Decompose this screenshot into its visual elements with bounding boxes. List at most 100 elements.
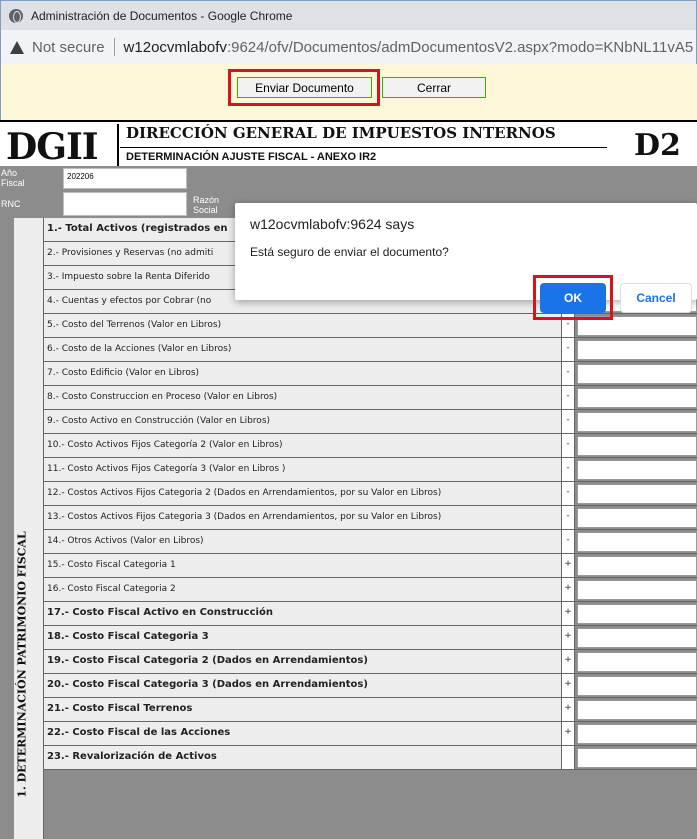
row-sign: -: [562, 410, 575, 433]
form-toolbar: Enviar Documento Cerrar: [0, 64, 697, 120]
razon-social-label: Razón Social: [193, 195, 219, 215]
dialog-message: Está seguro de enviar el documento?: [250, 245, 449, 259]
row-sign: +: [562, 626, 575, 649]
table-row: 11.- Costo Activos Fijos Categoría 3 (Va…: [44, 458, 697, 482]
table-row: 9.- Costo Activo en Construcción (Valor …: [44, 410, 697, 434]
security-label[interactable]: Not secure: [32, 39, 105, 56]
row-sign: +: [562, 578, 575, 601]
table-row: 22.- Costo Fiscal de las Acciones +: [44, 722, 697, 746]
ok-button[interactable]: OK: [540, 283, 606, 313]
fiscal-year-label: Año Fiscal: [1, 168, 25, 188]
row-sign: [562, 746, 575, 769]
row-label: 5.- Costo del Terrenos (Valor en Libros): [44, 314, 562, 337]
row-amount-input[interactable]: [577, 748, 697, 768]
table-row: 14.- Otros Activos (Valor en Libros) -: [44, 530, 697, 554]
row-label: 23.- Revalorización de Activos: [44, 746, 562, 769]
row-label: 22.- Costo Fiscal de las Acciones: [44, 722, 562, 745]
fiscal-year-label-line1: Año: [1, 168, 18, 178]
row-label: 20.- Costo Fiscal Categoria 3 (Dados en …: [44, 674, 562, 697]
table-row: 19.- Costo Fiscal Categoria 2 (Dados en …: [44, 650, 697, 674]
browser-title-bar: Administración de Documentos - Google Ch…: [0, 0, 697, 30]
section-label: 1. DETERMINACIÓN PATRIMONIO FISCAL: [15, 531, 29, 798]
row-amount-input[interactable]: [577, 604, 697, 624]
row-amount-input[interactable]: [577, 388, 697, 408]
row-label: 14.- Otros Activos (Valor en Libros): [44, 530, 562, 553]
row-label: 16.- Costo Fiscal Categoria 2: [44, 578, 562, 601]
row-amount-input[interactable]: [577, 532, 697, 552]
row-sign: -: [562, 386, 575, 409]
row-amount-input[interactable]: [577, 652, 697, 672]
cancel-button[interactable]: Cancel: [620, 283, 692, 313]
table-row: 8.- Costo Construccion en Proceso (Valor…: [44, 386, 697, 410]
form-subtitle: DETERMINACIÓN AJUSTE FISCAL - ANEXO IR2: [126, 151, 377, 163]
row-label: 13.- Costos Activos Fijos Categoria 3 (D…: [44, 506, 562, 529]
row-sign: +: [562, 674, 575, 697]
table-row: 6.- Costo de la Acciones (Valor en Libro…: [44, 338, 697, 362]
row-label: 6.- Costo de la Acciones (Valor en Libro…: [44, 338, 562, 361]
table-row: 23.- Revalorización de Activos: [44, 746, 697, 770]
row-amount-input[interactable]: [577, 340, 697, 360]
row-label: 9.- Costo Activo en Construcción (Valor …: [44, 410, 562, 433]
row-label: 15.- Costo Fiscal Categoria 1: [44, 554, 562, 577]
globe-icon: [9, 8, 23, 23]
close-button[interactable]: Cerrar: [382, 77, 486, 98]
row-amount-input[interactable]: [577, 556, 697, 576]
row-label: 12.- Costos Activos Fijos Categoria 2 (D…: [44, 482, 562, 505]
confirm-dialog: w12ocvmlabofv:9624 says Está seguro de e…: [235, 203, 697, 320]
row-label: 8.- Costo Construccion en Proceso (Valor…: [44, 386, 562, 409]
row-sign: +: [562, 698, 575, 721]
url-host[interactable]: w12ocvmlabofv: [124, 39, 227, 56]
row-sign: -: [562, 530, 575, 553]
section-sidebar: 1. DETERMINACIÓN PATRIMONIO FISCAL: [14, 218, 44, 839]
table-row: 17.- Costo Fiscal Activo en Construcción…: [44, 602, 697, 626]
url-rest[interactable]: :9624/ofv/Documentos/admDocumentosV2.asp…: [227, 39, 693, 56]
table-row: 18.- Costo Fiscal Categoria 3 +: [44, 626, 697, 650]
table-row: 15.- Costo Fiscal Categoria 1 +: [44, 554, 697, 578]
title-underline: [120, 147, 607, 148]
row-label: 7.- Costo Edificio (Valor en Libros): [44, 362, 562, 385]
row-sign: -: [562, 338, 575, 361]
row-amount-input[interactable]: [577, 508, 697, 528]
warning-icon[interactable]: [10, 40, 24, 54]
row-amount-input[interactable]: [577, 724, 697, 744]
rnc-value: [63, 192, 187, 216]
table-row: 16.- Costo Fiscal Categoria 2 +: [44, 578, 697, 602]
row-amount-input[interactable]: [577, 580, 697, 600]
address-bar[interactable]: Not secure w12ocvmlabofv:9624/ofv/Docume…: [0, 30, 697, 64]
rnc-label: RNC: [1, 199, 21, 209]
table-row: 10.- Costo Activos Fijos Categoría 2 (Va…: [44, 434, 697, 458]
row-label: 11.- Costo Activos Fijos Categoría 3 (Va…: [44, 458, 562, 481]
row-label: 21.- Costo Fiscal Terrenos: [44, 698, 562, 721]
row-label: 19.- Costo Fiscal Categoria 2 (Dados en …: [44, 650, 562, 673]
row-sign: -: [562, 482, 575, 505]
row-amount-input[interactable]: [577, 436, 697, 456]
form-title: DIRECCIÓN GENERAL DE IMPUESTOS INTERNOS: [126, 124, 556, 142]
row-sign: -: [562, 458, 575, 481]
table-row: 13.- Costos Activos Fijos Categoria 3 (D…: [44, 506, 697, 530]
row-sign: -: [562, 434, 575, 457]
razon-social-label-line2: Social: [193, 205, 218, 215]
table-row: 21.- Costo Fiscal Terrenos +: [44, 698, 697, 722]
form-code: D2: [634, 128, 681, 163]
fiscal-year-value: 202206: [63, 168, 187, 189]
url-text[interactable]: w12ocvmlabofv:9624/ofv/Documentos/admDoc…: [124, 39, 694, 56]
address-separator: [113, 38, 115, 56]
header-divider: [117, 124, 119, 166]
row-sign: +: [562, 554, 575, 577]
dialog-title: w12ocvmlabofv:9624 says: [250, 216, 415, 232]
row-label: 10.- Costo Activos Fijos Categoría 2 (Va…: [44, 434, 562, 457]
row-amount-input[interactable]: [577, 412, 697, 432]
dgii-logo: DGII: [6, 126, 99, 168]
row-amount-input[interactable]: [577, 676, 697, 696]
row-amount-input[interactable]: [577, 460, 697, 480]
row-label: 18.- Costo Fiscal Categoria 3: [44, 626, 562, 649]
razon-social-label-line1: Razón: [193, 195, 220, 205]
row-amount-input[interactable]: [577, 628, 697, 648]
row-sign: +: [562, 650, 575, 673]
row-amount-input[interactable]: [577, 484, 697, 504]
row-amount-input[interactable]: [577, 364, 697, 384]
row-sign: +: [562, 722, 575, 745]
row-label: 17.- Costo Fiscal Activo en Construcción: [44, 602, 562, 625]
form-header: DGII DIRECCIÓN GENERAL DE IMPUESTOS INTE…: [0, 120, 697, 168]
row-amount-input[interactable]: [577, 700, 697, 720]
